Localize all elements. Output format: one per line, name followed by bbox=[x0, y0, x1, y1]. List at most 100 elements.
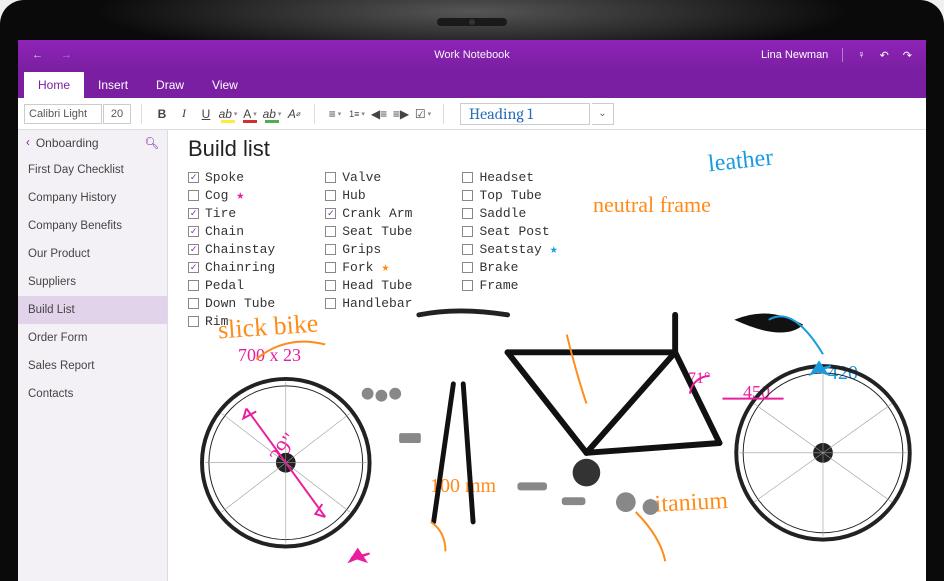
ink-color-button[interactable]: ab bbox=[262, 104, 282, 124]
checklist-label: Saddle bbox=[479, 206, 526, 221]
checklist-label: Chainstay bbox=[205, 242, 275, 257]
note-canvas[interactable]: Build list SpokeCog★TireChainChainstayCh… bbox=[168, 130, 926, 581]
checkbox[interactable] bbox=[325, 226, 336, 237]
ribbon-tab-view[interactable]: View bbox=[198, 72, 252, 98]
checklist-row[interactable]: Crank Arm bbox=[325, 206, 412, 221]
checkbox[interactable] bbox=[188, 262, 199, 273]
section-back-icon[interactable]: ‹ bbox=[26, 137, 30, 149]
checkbox[interactable] bbox=[462, 244, 473, 255]
sidebar-item[interactable]: Sales Report bbox=[18, 352, 167, 380]
checklist-label: Seatstay bbox=[479, 242, 541, 257]
user-name[interactable]: Lina Newman bbox=[761, 49, 828, 61]
checklist-row[interactable]: Frame bbox=[462, 278, 557, 293]
checkbox[interactable] bbox=[462, 226, 473, 237]
checklist-label: Seat Post bbox=[479, 224, 549, 239]
highlight-button[interactable]: ab bbox=[218, 104, 238, 124]
sidebar-item[interactable]: Suppliers bbox=[18, 268, 167, 296]
bike-diagram bbox=[168, 305, 926, 581]
checklist-row[interactable]: Pedal bbox=[188, 278, 275, 293]
checkbox[interactable] bbox=[188, 244, 199, 255]
checklist-row[interactable]: Cog ★ bbox=[188, 188, 275, 203]
clear-format-button[interactable]: A⌀ bbox=[284, 104, 304, 124]
checklist-row[interactable]: Headset bbox=[462, 170, 557, 185]
nav-back-icon[interactable]: ← bbox=[32, 49, 43, 61]
separator bbox=[141, 104, 142, 124]
checkbox[interactable] bbox=[462, 262, 473, 273]
bold-button[interactable]: B bbox=[152, 104, 172, 124]
ink-leather: leather bbox=[707, 145, 775, 179]
checklist-row[interactable]: Seatstay ★ bbox=[462, 242, 557, 257]
checkbox[interactable] bbox=[188, 190, 199, 201]
styles-gallery[interactable]: Heading 1 bbox=[460, 103, 590, 125]
checklist-row[interactable]: Saddle bbox=[462, 206, 557, 221]
sidebar-item[interactable]: Company History bbox=[18, 184, 167, 212]
checklist-row[interactable]: Chain bbox=[188, 224, 275, 239]
redo-icon[interactable]: ↷ bbox=[903, 49, 912, 62]
page-title[interactable]: Build list bbox=[188, 136, 270, 162]
italic-button[interactable]: I bbox=[174, 104, 194, 124]
notebook-title: Work Notebook bbox=[434, 49, 510, 61]
checklist-row[interactable]: Seat Post bbox=[462, 224, 557, 239]
ribbon-tab-draw[interactable]: Draw bbox=[142, 72, 198, 98]
checkbox[interactable] bbox=[188, 172, 199, 183]
checklist-label: Chain bbox=[205, 224, 244, 239]
checklist-row[interactable]: Hub bbox=[325, 188, 412, 203]
checkbox[interactable] bbox=[325, 208, 336, 219]
star-icon: ★ bbox=[236, 188, 244, 203]
ribbon-tab-home[interactable]: Home bbox=[24, 72, 84, 98]
outdent-button[interactable]: ◀≡ bbox=[369, 104, 389, 124]
bullet-list-button[interactable]: ≡ bbox=[325, 104, 345, 124]
checklist-row[interactable]: Brake bbox=[462, 260, 557, 275]
checklist-label: Tire bbox=[205, 206, 236, 221]
font-color-button[interactable]: A bbox=[240, 104, 260, 124]
checklist-row[interactable]: Chainring bbox=[188, 260, 275, 275]
sidebar-item[interactable]: First Day Checklist bbox=[18, 156, 167, 184]
star-icon: ★ bbox=[381, 260, 389, 275]
checklist-row[interactable]: Tire bbox=[188, 206, 275, 221]
checklist-row[interactable]: Fork ★ bbox=[325, 260, 412, 275]
undo-icon[interactable]: ↶ bbox=[880, 49, 889, 62]
checklist-label: Fork bbox=[342, 260, 373, 275]
checkbox[interactable] bbox=[462, 172, 473, 183]
checklist-row[interactable]: Top Tube bbox=[462, 188, 557, 203]
indent-button[interactable]: ≡▶ bbox=[391, 104, 411, 124]
star-icon: ★ bbox=[550, 242, 558, 257]
checklist-row[interactable]: Spoke bbox=[188, 170, 275, 185]
checkbox[interactable] bbox=[462, 280, 473, 291]
checklist-row[interactable]: Grips bbox=[325, 242, 412, 257]
font-name-select[interactable]: Calibri Light bbox=[24, 104, 102, 124]
number-list-button[interactable]: 1≡ bbox=[347, 104, 367, 124]
ribbon-tabs: Home Insert Draw View bbox=[18, 70, 926, 98]
sidebar-item[interactable]: Build List bbox=[18, 296, 167, 324]
checklist-row[interactable]: Valve bbox=[325, 170, 412, 185]
checklist-row[interactable]: Seat Tube bbox=[325, 224, 412, 239]
styles-dropdown[interactable]: ⌄ bbox=[592, 103, 614, 125]
separator bbox=[443, 104, 444, 124]
checkbox[interactable] bbox=[325, 244, 336, 255]
checkbox[interactable] bbox=[325, 172, 336, 183]
nav-forward-icon[interactable]: → bbox=[61, 49, 72, 61]
checkbox[interactable] bbox=[325, 262, 336, 273]
checkbox[interactable] bbox=[462, 190, 473, 201]
checklist-row[interactable]: Chainstay bbox=[188, 242, 275, 257]
underline-button[interactable]: U bbox=[196, 104, 216, 124]
checkbox[interactable] bbox=[462, 208, 473, 219]
sidebar-item[interactable]: Company Benefits bbox=[18, 212, 167, 240]
todo-tag-button[interactable]: ☑ bbox=[413, 104, 433, 124]
sidebar-item[interactable]: Contacts bbox=[18, 380, 167, 408]
ribbon-tab-insert[interactable]: Insert bbox=[84, 72, 142, 98]
sidebar-item[interactable]: Order Form bbox=[18, 324, 167, 352]
checklist-row[interactable]: Head Tube bbox=[325, 278, 412, 293]
sidebar-item[interactable]: Our Product bbox=[18, 240, 167, 268]
search-icon[interactable]: 🔍︎ bbox=[144, 136, 159, 150]
checkbox[interactable] bbox=[325, 190, 336, 201]
lightbulb-icon[interactable]: ♀ bbox=[857, 49, 865, 61]
checkbox[interactable] bbox=[325, 280, 336, 291]
checkbox[interactable] bbox=[188, 208, 199, 219]
checklist-label: Frame bbox=[479, 278, 518, 293]
checklist-label: Cog bbox=[205, 188, 228, 203]
checkbox[interactable] bbox=[188, 280, 199, 291]
font-size-select[interactable]: 20 bbox=[103, 104, 131, 124]
checkbox[interactable] bbox=[188, 226, 199, 237]
checklist-label: Brake bbox=[479, 260, 518, 275]
